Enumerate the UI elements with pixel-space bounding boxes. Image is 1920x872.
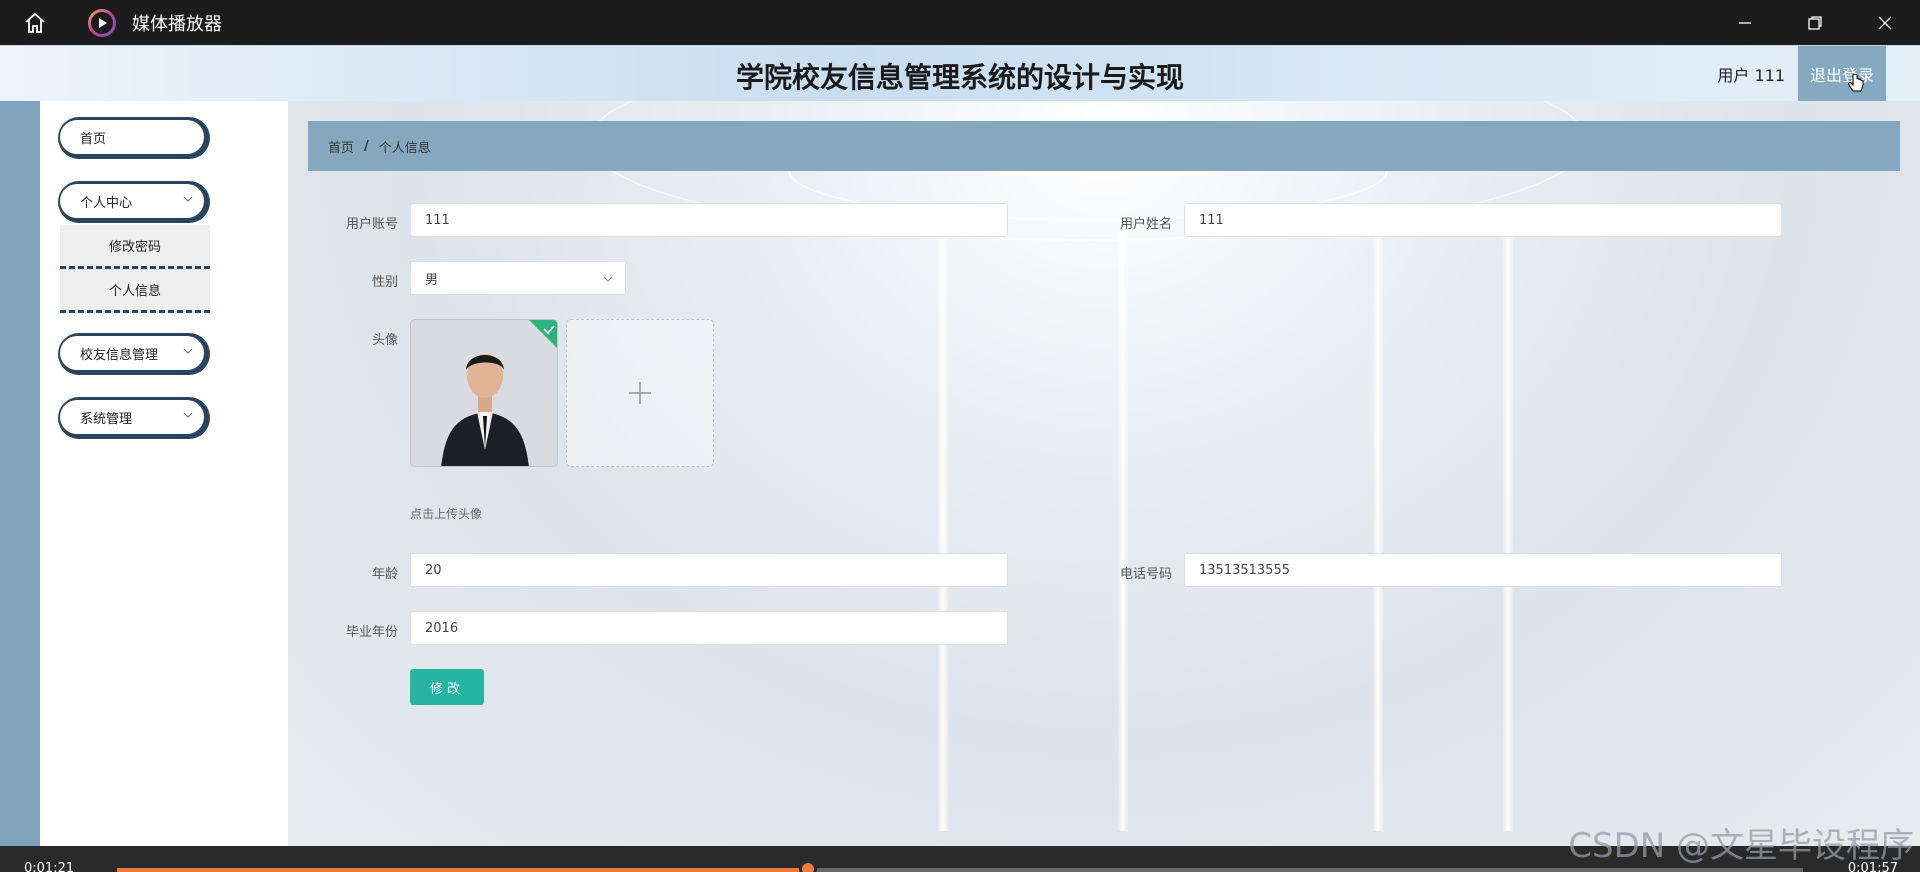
- avatar-label: 头像: [371, 333, 398, 348]
- page-title: 学院校友信息管理系统的设计与实现: [735, 61, 1184, 94]
- sidebar-item-personal-center[interactable]: 个人中心: [58, 181, 210, 223]
- media-player-icon: [88, 8, 116, 37]
- gender-select[interactable]: 男: [410, 261, 626, 295]
- gender-label: 性别: [371, 275, 398, 290]
- account-input[interactable]: 111: [410, 203, 1008, 237]
- chevron-down-icon: [183, 348, 193, 354]
- account-label: 用户账号: [345, 217, 398, 232]
- chevron-down-icon: [183, 196, 193, 202]
- sidebar-item-personal-info[interactable]: 个人信息: [60, 269, 210, 313]
- background-pillar: [1503, 231, 1513, 831]
- sidebar-item-home[interactable]: 首页: [58, 117, 210, 159]
- breadcrumb-separator: /: [364, 138, 369, 154]
- phone-label: 电话号码: [1119, 567, 1172, 582]
- sidebar-item-alumni-management[interactable]: 校友信息管理: [58, 333, 210, 375]
- chevron-down-icon: [183, 412, 193, 418]
- age-label: 年龄: [371, 567, 398, 582]
- avatar-image[interactable]: [410, 319, 558, 467]
- watermark: CSDN @文星毕设程序: [1568, 826, 1914, 866]
- sidebar-item-label: 系统管理: [80, 411, 133, 427]
- breadcrumb-current: 个人信息: [378, 140, 431, 156]
- home-icon[interactable]: [0, 0, 70, 45]
- breadcrumb: 首页 / 个人信息: [308, 121, 1900, 171]
- avatar-upload-button[interactable]: [566, 319, 714, 467]
- name-input[interactable]: 111: [1184, 203, 1782, 237]
- minimize-button[interactable]: [1710, 0, 1780, 45]
- main-content: 首页 / 个人信息 用户账号 111 用户姓名 111 性别 男 头像 点击上传…: [288, 101, 1920, 846]
- graduation-year-input[interactable]: 2016: [410, 611, 1008, 645]
- player-title-bar: 媒体播放器: [0, 0, 1920, 45]
- sidebar-item-label: 个人中心: [80, 195, 133, 211]
- sidebar-item-change-password[interactable]: 修改密码: [60, 225, 210, 269]
- app-header: 学院校友信息管理系统的设计与实现 用户 111 退出登录: [0, 45, 1920, 102]
- background-pillar: [938, 231, 948, 831]
- left-accent-strip: [0, 101, 40, 846]
- sidebar-item-label: 校友信息管理: [80, 347, 159, 363]
- seek-bar[interactable]: [117, 860, 1803, 872]
- background-pillar: [1373, 231, 1383, 831]
- background-pillar: [1118, 231, 1128, 831]
- upload-hint: 点击上传头像: [410, 507, 483, 521]
- name-label: 用户姓名: [1119, 217, 1172, 232]
- graduation-year-label: 毕业年份: [345, 625, 398, 640]
- chevron-down-icon: [603, 276, 613, 282]
- player-app-title: 媒体播放器: [132, 13, 222, 35]
- close-button[interactable]: [1850, 0, 1920, 45]
- seek-bar-progress: [117, 868, 809, 872]
- current-user-label: 用户 111: [1717, 66, 1785, 85]
- sidebar-item-label: 个人信息: [108, 284, 161, 299]
- plus-icon: [629, 382, 651, 404]
- logout-label: 退出登录: [1809, 66, 1874, 85]
- logout-button[interactable]: 退出登录: [1798, 46, 1886, 102]
- seek-thumb[interactable]: [799, 860, 818, 872]
- current-time: 0:01:21: [24, 861, 75, 872]
- phone-input[interactable]: 13513513555: [1184, 553, 1782, 587]
- hand-cursor-icon: [1848, 74, 1864, 92]
- sidebar-item-label: 修改密码: [108, 240, 161, 255]
- sidebar-item-system-management[interactable]: 系统管理: [58, 397, 210, 439]
- restore-button[interactable]: [1780, 0, 1850, 45]
- sidebar-item-label: 首页: [80, 131, 107, 147]
- sidebar: 首页 个人中心 修改密码 个人信息 校友信息管理 系统管理: [40, 101, 288, 846]
- modify-button[interactable]: 修改: [410, 669, 484, 705]
- breadcrumb-home[interactable]: 首页: [328, 137, 354, 156]
- age-input[interactable]: 20: [410, 553, 1008, 587]
